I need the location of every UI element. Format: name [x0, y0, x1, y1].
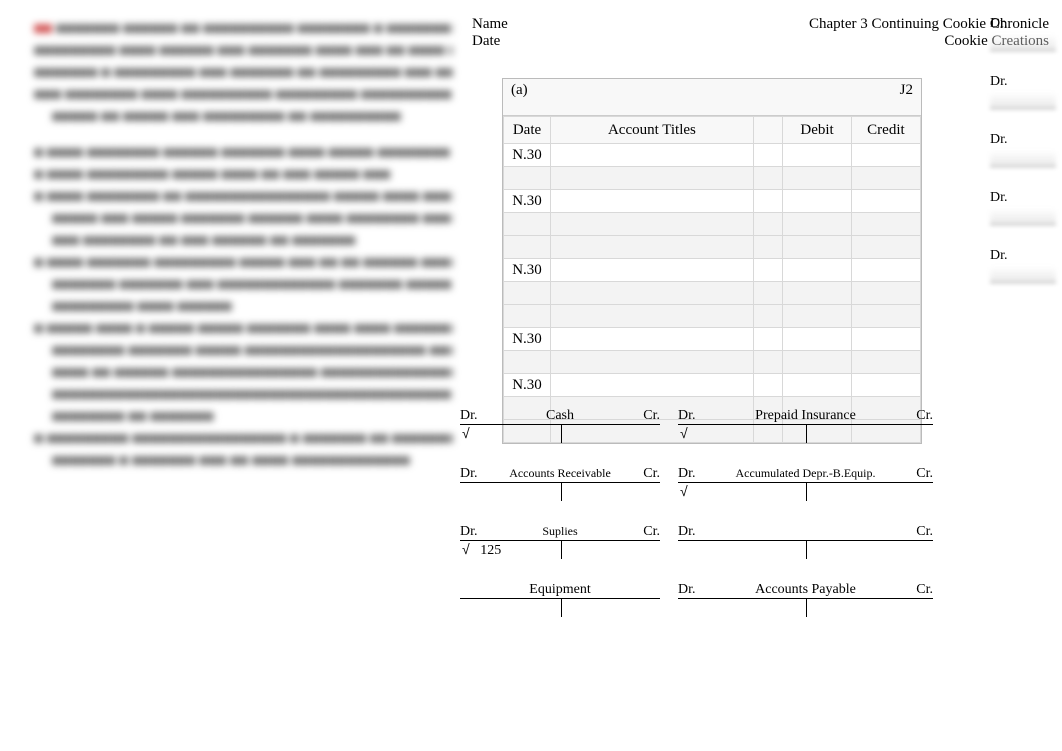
check-icon: √ — [462, 425, 470, 441]
col-debit: Debit — [783, 117, 852, 144]
cr-label: Cr. — [636, 466, 660, 482]
left-text-block: ■■ ■■■■■■■ ■■■■■■ ■■ ■■■■■■■■■■ ■■■■■■■■… — [0, 0, 460, 472]
journal-page: J2 — [900, 82, 913, 99]
dr-label: Dr. — [678, 582, 702, 598]
col-date: Date — [504, 117, 551, 144]
col-ref — [753, 117, 782, 144]
check-icon: √ — [680, 483, 688, 499]
journal-table: (a) J2 Date Account Titles Debit Credit … — [502, 78, 922, 444]
tacc-title: Accumulated Depr.-B.Equip. — [702, 466, 909, 482]
journal-row[interactable] — [504, 167, 921, 190]
header-date-row: Date Cookie Creations — [472, 33, 1052, 50]
right-stub: Dr. — [990, 132, 1056, 167]
cr-label: Cr. — [909, 466, 933, 482]
journal-row[interactable] — [504, 213, 921, 236]
right-stub: Dr. — [990, 248, 1056, 283]
right-stub: Dr. — [990, 74, 1056, 109]
tacc-title: Equipment — [484, 582, 636, 598]
right-stub: Dr. — [990, 190, 1056, 225]
tacc-title: Prepaid Insurance — [702, 408, 909, 424]
tacc-ar: Dr. Accounts Receivable Cr. — [460, 466, 660, 501]
journal-row[interactable] — [504, 236, 921, 259]
header-name-row: Name Chapter 3 Continuing Cookie Chronic… — [472, 16, 1052, 33]
tacc-supplies: Dr. Suplies Cr. √ 125 — [460, 524, 660, 559]
tacc-title: Cash — [484, 408, 636, 424]
col-titles: Account Titles — [551, 117, 754, 144]
dr-label: Dr. — [460, 524, 484, 540]
right-content: Name Chapter 3 Continuing Cookie Chronic… — [460, 0, 1062, 472]
tacc-title: Accounts Receivable — [484, 466, 636, 482]
chapter-title: Chapter 3 Continuing Cookie Chronicle — [532, 16, 1052, 33]
tacc-title: Accounts Payable — [702, 582, 909, 598]
tacc-prepaid-insurance: Dr. Prepaid Insurance Cr. √ — [678, 408, 933, 443]
tacc-blank: Dr. Cr. — [678, 524, 933, 559]
journal-tag: (a) — [511, 82, 528, 99]
cr-label: Cr. — [636, 408, 660, 424]
company-name: Cookie Creations — [532, 33, 1052, 50]
supplies-amount: 125 — [480, 543, 501, 558]
journal-row[interactable]: N.30 — [504, 190, 921, 213]
journal-row[interactable]: N.30 — [504, 144, 921, 167]
journal-row[interactable]: N.30 — [504, 259, 921, 282]
dr-label: Dr. — [460, 466, 484, 482]
cr-label: Cr. — [909, 524, 933, 540]
journal-row[interactable]: N.30 — [504, 328, 921, 351]
tacc-acc-depr: Dr. Accumulated Depr.-B.Equip. Cr. √ — [678, 466, 933, 501]
dr-label: Dr. — [678, 466, 702, 482]
journal-row[interactable]: N.30 — [504, 374, 921, 397]
tacc-cash: Dr. Cash Cr. √ — [460, 408, 660, 443]
check-icon: √ — [680, 425, 688, 441]
cr-label: Cr. — [909, 408, 933, 424]
blurred-paragraph: ■■ ■■■■■■■ ■■■■■■ ■■ ■■■■■■■■■■ ■■■■■■■■… — [34, 18, 452, 472]
right-stub: Dr. — [990, 16, 1056, 51]
journal-row[interactable] — [504, 351, 921, 374]
cr-label: Cr. — [636, 524, 660, 540]
date-label: Date — [472, 33, 532, 50]
check-icon: √ — [462, 541, 470, 557]
dr-label: Dr. — [678, 524, 702, 540]
tacc-accounts-payable: Dr. Accounts Payable Cr. — [678, 582, 933, 617]
tacc-equipment: Equipment — [460, 582, 660, 617]
name-label: Name — [472, 16, 532, 33]
journal-row[interactable] — [504, 305, 921, 328]
tacc-title — [702, 524, 909, 540]
dr-label: Dr. — [678, 408, 702, 424]
cr-label: Cr. — [909, 582, 933, 598]
dr-label: Dr. — [460, 408, 484, 424]
journal-row[interactable] — [504, 282, 921, 305]
col-credit: Credit — [851, 117, 920, 144]
tacc-title: Suplies — [484, 524, 636, 540]
